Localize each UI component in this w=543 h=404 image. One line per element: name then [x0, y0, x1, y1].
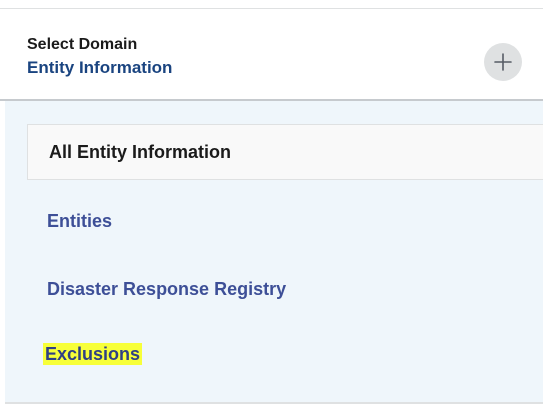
menu-item-label: All Entity Information: [49, 142, 231, 162]
menu-item-entities[interactable]: Entities: [47, 210, 112, 232]
plus-icon: [494, 53, 512, 71]
expand-domain-button[interactable]: [484, 43, 522, 81]
domain-navigation: Select Domain Entity Information All Ent…: [0, 0, 543, 404]
domain-menu: All Entity Information Entities Disaster…: [5, 101, 543, 404]
select-domain-label: Select Domain: [27, 36, 138, 53]
menu-item-all-entity-information[interactable]: All Entity Information: [27, 124, 543, 180]
menu-item-exclusions[interactable]: Exclusions: [43, 343, 143, 365]
menu-item-disaster-response-registry[interactable]: Disaster Response Registry: [47, 278, 286, 300]
domain-selector[interactable]: Select Domain Entity Information: [0, 9, 543, 100]
selected-domain[interactable]: Entity Information: [27, 58, 172, 78]
